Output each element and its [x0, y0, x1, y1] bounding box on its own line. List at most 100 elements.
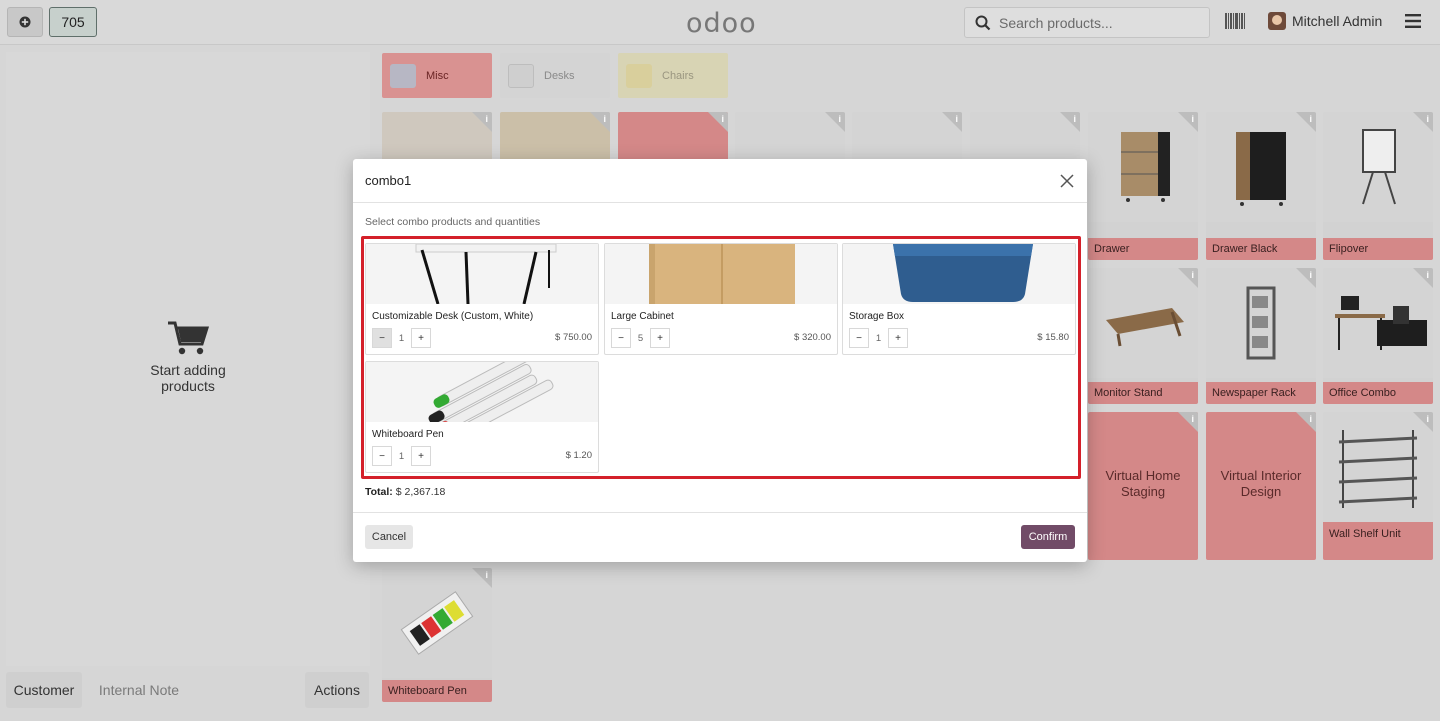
info-icon[interactable]: i	[1073, 114, 1076, 124]
customer-button[interactable]: Customer	[6, 672, 82, 708]
product-tile-office-combo[interactable]: Office Combo i	[1323, 268, 1433, 404]
combo-item-price: $ 1.20	[565, 450, 592, 461]
cancel-button[interactable]: Cancel	[365, 525, 413, 549]
category-chairs[interactable]: Chairs	[618, 53, 728, 98]
avatar	[1268, 12, 1286, 30]
product-tile-virtual-interior-design[interactable]: Virtual Interior Design i	[1206, 412, 1316, 560]
product-tile-wall-shelf-unit[interactable]: Wall Shelf Unit i	[1323, 412, 1433, 560]
product-tile-virtual-home-staging[interactable]: Virtual Home Staging i	[1088, 412, 1198, 560]
product-name: Virtual Interior Design	[1220, 468, 1302, 499]
quantity-stepper: − 1 +	[372, 446, 431, 466]
info-icon[interactable]: i	[485, 114, 488, 124]
increase-quantity-button[interactable]: +	[411, 446, 431, 466]
desks-category-image	[508, 63, 534, 88]
odoo-logo: odoo	[686, 8, 757, 39]
category-label: Chairs	[662, 69, 694, 82]
product-name: Newspaper Rack	[1206, 382, 1316, 404]
new-order-button[interactable]	[7, 7, 43, 37]
hamburger-menu-icon[interactable]	[1405, 14, 1421, 28]
storage-box-image	[843, 244, 1075, 304]
total-value: $ 2,367.18	[395, 486, 446, 498]
quantity-stepper: − 1 +	[372, 328, 431, 348]
user-menu[interactable]: Mitchell Admin	[1268, 12, 1382, 30]
quantity-stepper: − 5 +	[611, 328, 670, 348]
category-desks[interactable]: Desks	[500, 53, 610, 98]
order-number-button[interactable]: 705	[49, 7, 97, 37]
customizable-desk-image	[366, 244, 598, 304]
info-icon[interactable]: i	[1309, 114, 1312, 124]
combo-item-name: Storage Box	[849, 311, 905, 322]
info-icon[interactable]: i	[1426, 414, 1429, 424]
info-icon[interactable]: i	[721, 114, 724, 124]
barcode-icon[interactable]	[1225, 13, 1245, 29]
product-name: Drawer Black	[1206, 238, 1316, 260]
quantity-value: 1	[875, 332, 882, 344]
product-name: Office Combo	[1323, 382, 1433, 404]
product-name: Flipover	[1323, 238, 1433, 260]
product-tile-newspaper-rack[interactable]: Newspaper Rack i	[1206, 268, 1316, 404]
info-icon[interactable]: i	[838, 114, 841, 124]
quantity-value: 1	[398, 332, 405, 344]
dialog-subtitle: Select combo products and quantities	[365, 216, 541, 228]
product-name: Drawer	[1088, 238, 1198, 260]
info-icon[interactable]: i	[1309, 414, 1312, 424]
product-tile-drawer[interactable]: Drawer i	[1088, 112, 1198, 260]
combo-card-customizable-desk[interactable]: Customizable Desk (Custom, White) − 1 + …	[365, 243, 599, 355]
quantity-value: 1	[398, 450, 405, 462]
decrease-quantity-button[interactable]: −	[611, 328, 631, 348]
decrease-quantity-button[interactable]: −	[372, 328, 392, 348]
info-icon[interactable]: i	[1191, 270, 1194, 280]
large-cabinet-image	[605, 244, 837, 304]
info-icon[interactable]: i	[1426, 270, 1429, 280]
info-icon[interactable]: i	[1191, 414, 1194, 424]
increase-quantity-button[interactable]: +	[650, 328, 670, 348]
chairs-category-image	[626, 63, 652, 88]
whiteboard-pen-image	[366, 362, 598, 422]
info-icon[interactable]: i	[955, 114, 958, 124]
info-icon[interactable]: i	[485, 570, 488, 580]
quantity-value: 5	[637, 332, 644, 344]
dialog-header: combo1	[353, 159, 1087, 203]
combo-card-whiteboard-pen[interactable]: Whiteboard Pen − 1 + $ 1.20	[365, 361, 599, 473]
combo-product-list: Customizable Desk (Custom, White) − 1 + …	[361, 236, 1081, 479]
actions-button[interactable]: Actions	[305, 672, 369, 708]
empty-cart-message: Start adding products	[150, 362, 226, 394]
info-icon[interactable]: i	[603, 114, 606, 124]
combo-card-large-cabinet[interactable]: Large Cabinet − 5 + $ 320.00	[604, 243, 838, 355]
order-pane: Start adding products	[6, 52, 370, 666]
product-name: Monitor Stand	[1088, 382, 1198, 404]
close-icon[interactable]	[1059, 173, 1075, 189]
total-label: Total:	[365, 486, 393, 498]
dialog-footer: Cancel Confirm	[353, 512, 1087, 562]
combo-item-price: $ 750.00	[555, 332, 592, 343]
info-icon[interactable]: i	[1309, 270, 1312, 280]
decrease-quantity-button[interactable]: −	[372, 446, 392, 466]
search-input[interactable]	[999, 12, 1199, 34]
product-tile-drawer-black[interactable]: Drawer Black i	[1206, 112, 1316, 260]
plus-circle-icon	[19, 16, 31, 28]
increase-quantity-button[interactable]: +	[888, 328, 908, 348]
product-name: Virtual Home Staging	[1105, 468, 1181, 499]
combo-item-name: Whiteboard Pen	[372, 429, 444, 440]
combo-card-storage-box[interactable]: Storage Box − 1 + $ 15.80	[842, 243, 1076, 355]
combo-item-price: $ 320.00	[794, 332, 831, 343]
category-label: Desks	[544, 69, 575, 82]
misc-category-image	[390, 63, 416, 88]
decrease-quantity-button[interactable]: −	[849, 328, 869, 348]
combo-item-price: $ 15.80	[1037, 332, 1069, 343]
user-name: Mitchell Admin	[1292, 13, 1383, 29]
info-icon[interactable]: i	[1426, 114, 1429, 124]
dialog-title: combo1	[365, 173, 412, 188]
internal-note-button[interactable]: Internal Note	[90, 672, 188, 708]
category-misc[interactable]: Misc	[382, 53, 492, 98]
info-icon[interactable]: i	[1191, 114, 1194, 124]
confirm-button[interactable]: Confirm	[1021, 525, 1075, 549]
product-tile-flipover[interactable]: Flipover i	[1323, 112, 1433, 260]
search-bar[interactable]	[964, 7, 1210, 38]
category-label: Misc	[426, 69, 449, 82]
quantity-stepper: − 1 +	[849, 328, 908, 348]
empty-cart: Start adding products	[6, 320, 370, 394]
increase-quantity-button[interactable]: +	[411, 328, 431, 348]
product-tile-whiteboard-pen[interactable]: Whiteboard Pen i	[382, 568, 492, 702]
product-tile-monitor-stand[interactable]: Monitor Stand i	[1088, 268, 1198, 404]
